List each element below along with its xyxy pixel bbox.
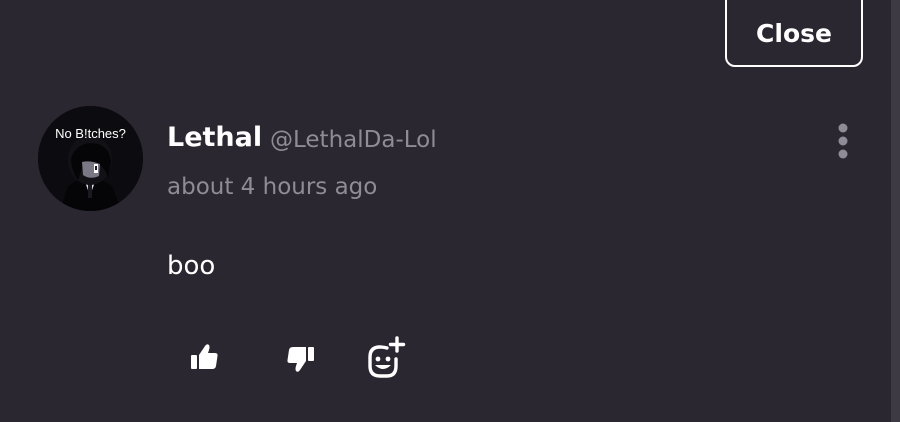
close-button[interactable]: Close: [725, 0, 863, 67]
like-button[interactable]: [186, 338, 226, 378]
more-options-button[interactable]: [829, 122, 857, 162]
author-handle[interactable]: @LethalDa-Lol: [270, 122, 437, 158]
thumbs-up-icon: [191, 344, 218, 369]
avatar[interactable]: No B!tches?: [38, 106, 143, 211]
scrollbar[interactable]: [891, 0, 900, 422]
avatar-image: [38, 106, 143, 211]
comment-panel: Close No B!tches? Lethal @LethalDa-Lol a…: [0, 0, 900, 422]
add-reaction-button[interactable]: [363, 336, 406, 378]
kebab-menu-icon: [838, 123, 848, 159]
avatar-caption: No B!tches?: [55, 126, 126, 141]
author-name[interactable]: Lethal: [167, 120, 262, 156]
thumbs-down-icon: [287, 347, 314, 372]
comment-body: boo: [167, 251, 216, 281]
comment-timestamp: about 4 hours ago: [167, 174, 378, 200]
dislike-button[interactable]: [281, 338, 321, 378]
add-reaction-icon: [368, 336, 406, 378]
